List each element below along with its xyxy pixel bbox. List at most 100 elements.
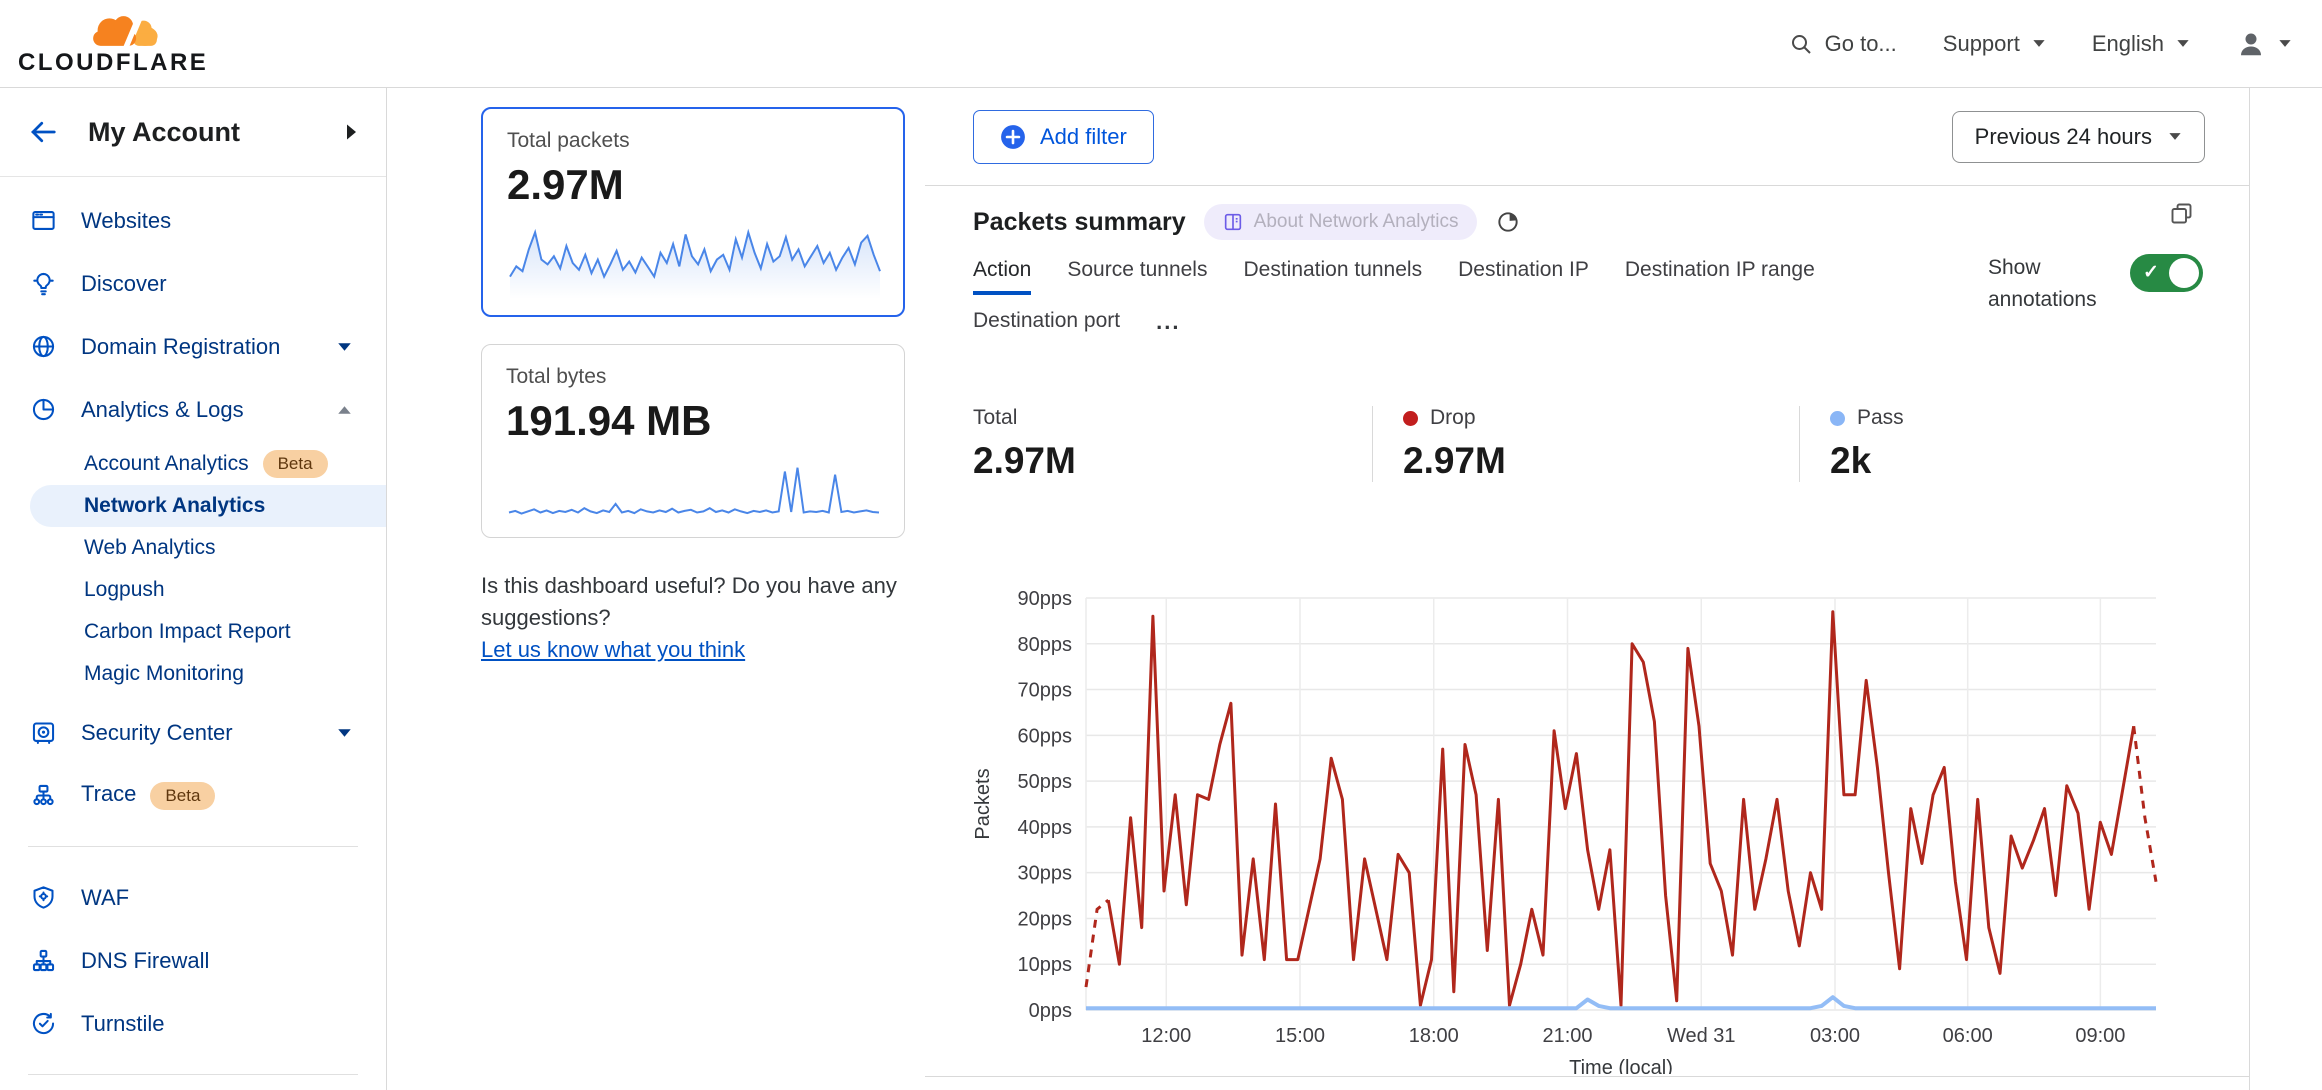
account-menu[interactable] (2236, 29, 2292, 59)
sidebar-item-websites[interactable]: Websites (0, 189, 386, 252)
tab-destination-ip[interactable]: Destination IP (1458, 258, 1589, 295)
sidebar-item-magic-monitoring[interactable]: Magic Monitoring (0, 653, 386, 695)
sidebar-item-label: WAF (81, 885, 352, 911)
lightbulb-icon (30, 270, 57, 297)
metric-card-value: 191.94 MB (506, 397, 880, 445)
arrow-left-icon[interactable] (28, 117, 58, 147)
sidebar-item-label: Websites (81, 208, 352, 234)
svg-text:18:00: 18:00 (1409, 1025, 1459, 1047)
chevron-right-icon[interactable] (345, 123, 358, 141)
svg-text:03:00: 03:00 (1810, 1025, 1860, 1047)
sparkline-chart (506, 457, 882, 523)
tab-source-tunnels[interactable]: Source tunnels (1067, 258, 1207, 295)
trace-icon (30, 782, 57, 809)
svg-text:50pps: 50pps (1018, 771, 1073, 793)
sidebar-item-label: Network Analytics (84, 494, 265, 518)
add-filter-button[interactable]: Add filter (973, 110, 1154, 164)
sidebar-item-label: Domain Registration (81, 334, 337, 360)
svg-text:06:00: 06:00 (1943, 1025, 1993, 1047)
packets-chart: 0pps10pps20pps30pps40pps50pps60pps70pps8… (973, 574, 2203, 1074)
support-menu[interactable]: Support (1943, 31, 2046, 57)
toggle-knob (2169, 258, 2199, 288)
tab-action[interactable]: Action (973, 258, 1031, 295)
svg-text:10pps: 10pps (1018, 954, 1073, 976)
sidebar-item-label: Account Analytics (84, 452, 249, 476)
sidebar-item-label: Carbon Impact Report (84, 620, 291, 644)
sidebar: My Account Websites Discover Domain Regi… (0, 88, 387, 1090)
feedback-link[interactable]: Let us know what you think (481, 637, 745, 662)
svg-text:70pps: 70pps (1018, 680, 1073, 702)
add-filter-label: Add filter (1040, 124, 1127, 150)
stats-row: Total 2.97M Drop 2.97M Pass 2k (973, 406, 2201, 482)
svg-text:Packets: Packets (973, 768, 994, 839)
sidebar-item-network-analytics[interactable]: Network Analytics (30, 485, 386, 527)
beta-badge: Beta (263, 450, 328, 478)
more-tabs-button[interactable]: ... (1156, 309, 1180, 346)
sidebar-item-security-center[interactable]: Security Center (0, 701, 386, 764)
metric-card-total-packets[interactable]: Total packets 2.97M (481, 107, 905, 317)
tab-destination-ip-range[interactable]: Destination IP range (1625, 258, 1815, 295)
beta-badge: Beta (150, 782, 215, 810)
stat-value: 2.97M (973, 440, 1372, 482)
chevron-down-icon (337, 728, 352, 738)
tab-destination-port[interactable]: Destination port (973, 309, 1120, 346)
go-to-label: Go to... (1825, 31, 1897, 57)
about-network-analytics-badge[interactable]: About Network Analytics (1204, 204, 1477, 240)
metric-card-total-bytes[interactable]: Total bytes 191.94 MB (481, 344, 905, 538)
user-avatar-icon (2236, 29, 2266, 59)
sidebar-item-analytics-logs[interactable]: Analytics & Logs (0, 378, 386, 441)
dimension-tabs: Action Source tunnels Destination tunnels D… (973, 258, 1873, 346)
svg-text:60pps: 60pps (1018, 725, 1073, 747)
annotations-toggle[interactable]: ✓ (2130, 254, 2203, 292)
chevron-down-icon (2032, 39, 2046, 48)
metric-card-label: Total bytes (506, 365, 880, 389)
chevron-up-icon (337, 405, 352, 415)
plus-circle-icon (1000, 124, 1026, 150)
stat-pass: Pass 2k (1799, 406, 2201, 482)
stat-total: Total 2.97M (973, 406, 1372, 482)
main-panel: Add filter Previous 24 hours Packets sum… (925, 88, 2250, 1090)
sidebar-nav: Websites Discover Domain Registration An… (0, 177, 386, 1090)
sidebar-item-dns-firewall[interactable]: DNS Firewall (0, 929, 386, 992)
sidebar-item-turnstile[interactable]: Turnstile (0, 992, 386, 1055)
stat-value: 2.97M (1403, 440, 1799, 482)
chevron-down-icon (2278, 39, 2292, 48)
sidebar-item-trace[interactable]: TraceBeta (0, 764, 386, 827)
cloudflare-logo[interactable]: CLOUDFLARE (18, 11, 198, 77)
sidebar-item-carbon-impact-report[interactable]: Carbon Impact Report (0, 611, 386, 653)
tab-destination-tunnels[interactable]: Destination tunnels (1243, 258, 1422, 295)
metric-card-label: Total packets (507, 129, 879, 153)
divider (28, 1074, 358, 1075)
feedback-block: Is this dashboard useful? Do you have an… (481, 570, 911, 666)
sidebar-item-label: TraceBeta (81, 781, 352, 810)
svg-text:40pps: 40pps (1018, 817, 1073, 839)
svg-text:80pps: 80pps (1018, 634, 1073, 656)
legend-dot (1830, 411, 1845, 426)
sidebar-item-discover[interactable]: Discover (0, 252, 386, 315)
sparkline-chart (507, 221, 883, 301)
sidebar-item-logpush[interactable]: Logpush (0, 569, 386, 611)
sidebar-item-waf[interactable]: WAF (0, 866, 386, 929)
sidebar-item-label: Magic Monitoring (84, 662, 244, 686)
go-to-search[interactable]: Go to... (1789, 31, 1897, 57)
cloudflare-wordmark: CLOUDFLARE (18, 49, 198, 77)
metric-cards-column: Total packets 2.97M Total bytes 191.94 M… (387, 88, 925, 1090)
sidebar-item-domain-registration[interactable]: Domain Registration (0, 315, 386, 378)
safe-icon (30, 719, 57, 746)
metric-card-value: 2.97M (507, 161, 879, 209)
svg-text:0pps: 0pps (1029, 1000, 1072, 1022)
duplicate-panel-icon[interactable] (2168, 200, 2195, 227)
stat-label: Pass (1857, 406, 1904, 430)
svg-text:Time (local): Time (local) (1569, 1057, 1673, 1074)
language-menu[interactable]: English (2092, 31, 2190, 57)
svg-text:30pps: 30pps (1018, 863, 1073, 885)
time-range-button[interactable]: Previous 24 hours (1952, 111, 2205, 163)
show-annotations-label: Show annotations (1988, 252, 2106, 315)
sidebar-item-web-analytics[interactable]: Web Analytics (0, 527, 386, 569)
sidebar-item-account-analytics[interactable]: Account Analytics Beta (0, 443, 386, 485)
show-annotations-control: Show annotations ✓ (1988, 252, 2203, 315)
hierarchy-icon (30, 947, 57, 974)
account-row[interactable]: My Account (0, 88, 386, 177)
svg-text:Wed 31: Wed 31 (1667, 1025, 1736, 1047)
feedback-question: Is this dashboard useful? Do you have an… (481, 570, 911, 634)
